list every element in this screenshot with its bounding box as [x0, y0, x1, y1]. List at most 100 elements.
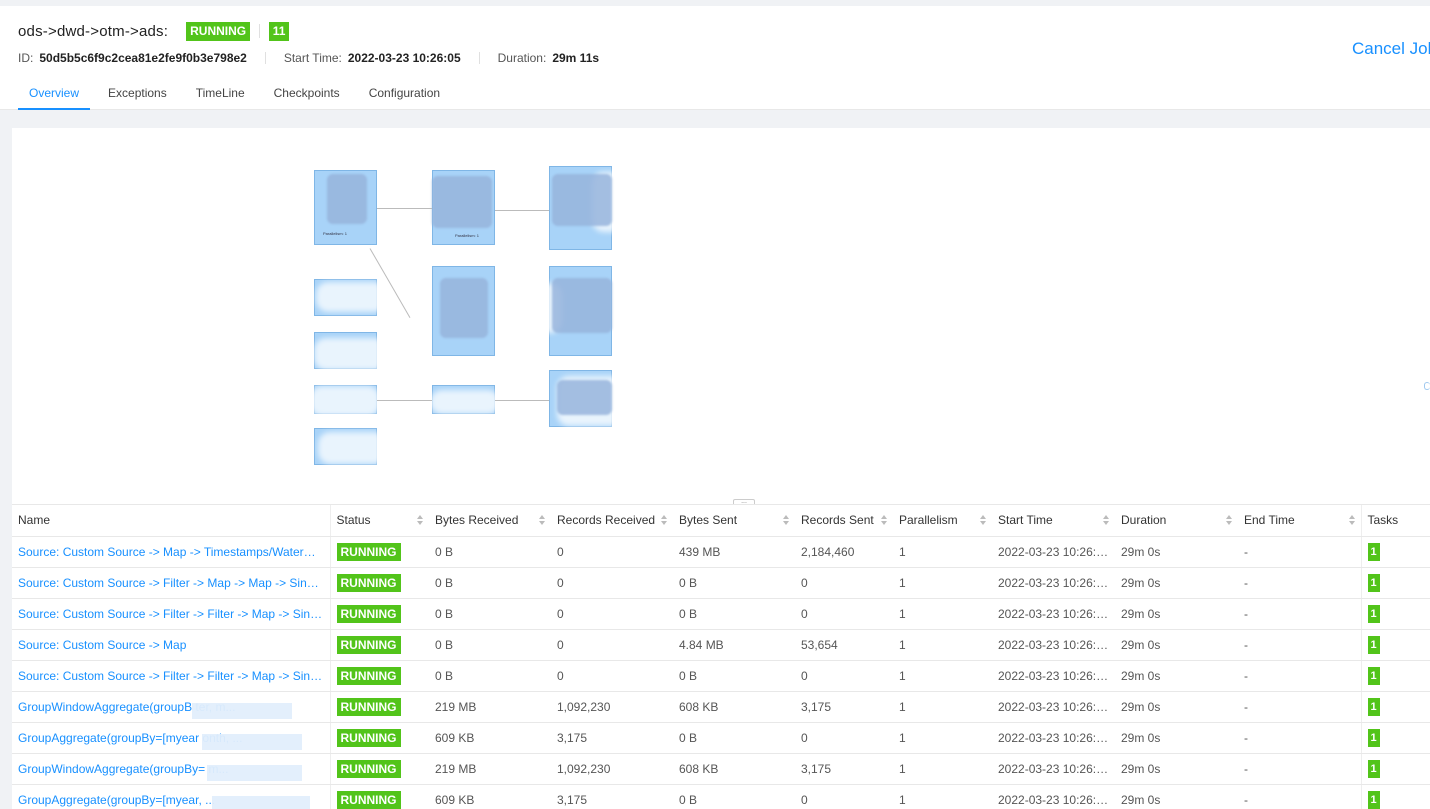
cell-records-received: 1,092,230 — [551, 691, 673, 723]
column-header-status[interactable]: Status — [330, 505, 429, 537]
sort-icon[interactable] — [783, 515, 789, 526]
divider — [259, 24, 261, 38]
cell-start-time: 2022-03-23 10:26:16 — [992, 691, 1115, 723]
censored-region — [552, 278, 612, 333]
cell-bytes-received: 219 MB — [429, 691, 551, 723]
cell-parallelism: 1 — [893, 691, 992, 723]
table-row[interactable]: Source: Custom Source -> Filter -> Map -… — [12, 567, 1430, 599]
censored-region — [552, 174, 612, 226]
cell-name[interactable]: Source: Custom Source -> Filter -> Map -… — [12, 567, 331, 599]
zoom-control-icon[interactable] — [1424, 382, 1430, 390]
task-count-badge: 1 — [1367, 666, 1380, 685]
cell-end-time: - — [1238, 722, 1361, 754]
cell-records-received: 0 — [551, 660, 673, 692]
cell-records-received: 0 — [551, 567, 673, 599]
column-header-records-received[interactable]: Records Received — [551, 505, 673, 537]
cell-end-time: - — [1238, 629, 1361, 661]
table-header-row: Name Status Bytes Received Records Recei… — [12, 505, 1430, 537]
task-count-badge: 1 — [1367, 728, 1380, 747]
column-header-start-time[interactable]: Start Time — [992, 505, 1115, 537]
cell-records-sent: 0 — [795, 567, 893, 599]
cell-name[interactable]: Source: Custom Source -> Filter -> Filte… — [12, 660, 331, 692]
tab-overview[interactable]: Overview — [18, 86, 91, 110]
cell-status: RUNNING — [330, 660, 429, 692]
graph-edge — [377, 208, 432, 209]
cell-bytes-received: 0 B — [429, 567, 551, 599]
table-row[interactable]: Source: Custom Source -> Map -> Timestam… — [12, 536, 1430, 568]
sort-icon[interactable] — [661, 515, 667, 526]
censored-region — [202, 734, 302, 750]
sort-icon[interactable] — [1103, 515, 1109, 526]
column-header-tasks[interactable]: Tasks — [1360, 505, 1430, 537]
cell-duration: 29m 0s — [1115, 629, 1238, 661]
job-status-badge: RUNNING — [186, 21, 251, 41]
tab-configuration[interactable]: Configuration — [358, 86, 451, 110]
cell-records-received: 0 — [551, 536, 673, 568]
cell-parallelism: 1 — [893, 722, 992, 754]
column-header-end-time[interactable]: End Time — [1238, 505, 1361, 537]
sort-icon[interactable] — [881, 515, 887, 526]
duration-label: Duration: — [497, 51, 547, 65]
censored-region — [316, 282, 386, 312]
cell-bytes-received: 0 B — [429, 629, 551, 661]
job-meta: ID: 50d5b5c6f9c2cea81e2fe9f0b3e798e2 Sta… — [18, 51, 599, 65]
column-header-label: Duration — [1121, 513, 1167, 528]
tab-timeline[interactable]: TimeLine — [185, 86, 256, 110]
cell-records-received: 3,175 — [551, 722, 673, 754]
sort-icon[interactable] — [1348, 515, 1355, 526]
task-count-badge: 1 — [1367, 573, 1380, 592]
censored-region — [432, 176, 492, 228]
cell-tasks: 1 — [1360, 660, 1430, 692]
table-row[interactable]: Source: Custom Source -> Filter -> Filte… — [12, 660, 1430, 692]
cell-duration: 29m 0s — [1115, 753, 1238, 785]
cell-parallelism: 1 — [893, 660, 992, 692]
task-count-badge: 1 — [1367, 604, 1380, 623]
task-count-badge: 1 — [1367, 759, 1380, 778]
graph-edge — [495, 210, 549, 211]
column-header-parallelism[interactable]: Parallelism — [893, 505, 992, 537]
divider — [478, 52, 480, 64]
sort-icon[interactable] — [1226, 515, 1232, 526]
task-count-badge: 11 — [269, 21, 290, 41]
cell-bytes-sent: 439 MB — [673, 536, 795, 568]
tab-exceptions[interactable]: Exceptions — [97, 86, 178, 110]
column-header-name[interactable]: Name — [12, 505, 331, 537]
cell-bytes-sent: 0 B — [673, 598, 795, 630]
cell-name[interactable]: Source: Custom Source -> Filter -> Filte… — [12, 598, 331, 630]
task-count-badge: 1 — [1367, 635, 1380, 654]
column-header-duration[interactable]: Duration — [1115, 505, 1238, 537]
cell-start-time: 2022-03-23 10:26:16 — [992, 598, 1115, 630]
id-label: ID: — [18, 51, 34, 65]
column-header-bytes-received[interactable]: Bytes Received — [429, 505, 551, 537]
cell-parallelism: 1 — [893, 536, 992, 568]
cell-name[interactable]: Source: Custom Source -> Map -> Timestam… — [12, 536, 331, 568]
cell-status: RUNNING — [330, 691, 429, 723]
table-row[interactable]: Source: Custom Source -> Filter -> Filte… — [12, 598, 1430, 630]
cell-records-sent: 0 — [795, 598, 893, 630]
graph-edge — [495, 400, 549, 401]
column-header-bytes-sent[interactable]: Bytes Sent — [673, 505, 795, 537]
tab-checkpoints[interactable]: Checkpoints — [263, 86, 351, 110]
cancel-job-button[interactable]: Cancel Job — [1352, 39, 1430, 59]
status-badge: RUNNING — [336, 728, 401, 747]
start-time-label: Start Time: — [283, 51, 342, 65]
cell-duration: 29m 0s — [1115, 567, 1238, 599]
cell-name[interactable]: Source: Custom Source -> Map — [12, 629, 331, 661]
cell-tasks: 1 — [1360, 784, 1430, 809]
status-badge: RUNNING — [336, 635, 401, 654]
cell-status: RUNNING — [330, 567, 429, 599]
sort-icon[interactable] — [980, 515, 986, 526]
column-header-records-sent[interactable]: Records Sent — [795, 505, 893, 537]
table-row[interactable]: Source: Custom Source -> Map RUNNING 0 B04… — [12, 629, 1430, 661]
sort-icon[interactable] — [539, 515, 545, 526]
vertex-table-container: Name Status Bytes Received Records Recei… — [12, 504, 1430, 809]
cell-bytes-sent: 0 B — [673, 567, 795, 599]
cell-start-time: 2022-03-23 10:26:16 — [992, 722, 1115, 754]
job-graph-canvas[interactable]: Parallelism: 1 Parallelism: 1 — [12, 128, 1430, 504]
cell-records-sent: 53,654 — [795, 629, 893, 661]
graph-edge — [377, 400, 432, 401]
sort-icon[interactable] — [417, 515, 423, 526]
job-start-time: 2022-03-23 10:26:05 — [347, 51, 461, 65]
cell-bytes-received: 219 MB — [429, 753, 551, 785]
censored-region — [440, 278, 488, 338]
